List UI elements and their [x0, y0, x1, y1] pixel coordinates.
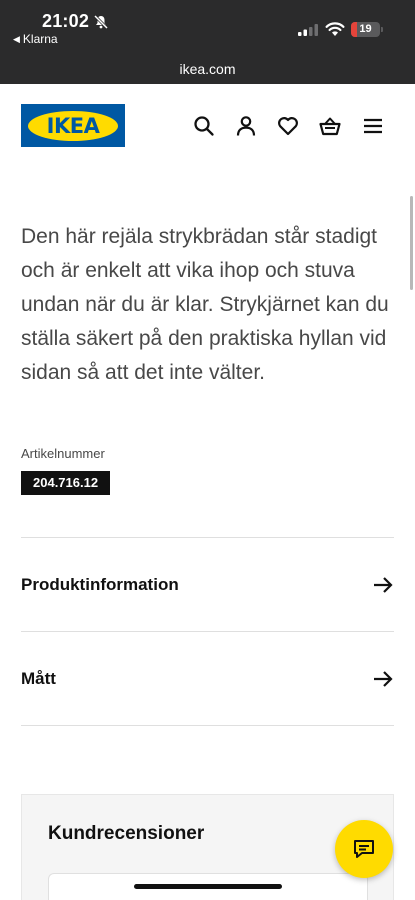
search-icon: [194, 116, 214, 136]
home-indicator[interactable]: [134, 884, 282, 889]
battery-cap: [381, 27, 383, 32]
signal-icon: [298, 24, 318, 36]
divider: [21, 537, 394, 538]
url-bar[interactable]: ikea.com: [0, 61, 415, 77]
menu-button[interactable]: [362, 115, 384, 137]
chat-icon: [354, 840, 374, 858]
logo-text: IKEA: [46, 113, 100, 138]
favorites-button[interactable]: [277, 115, 299, 137]
section-label: Produktinformation: [21, 575, 179, 594]
product-description: Den här rejäla strykbrädan står stadigt …: [21, 225, 389, 384]
menu-icon: [364, 118, 382, 134]
section-product-information[interactable]: Produktinformation: [21, 560, 394, 610]
battery-indicator: 19: [351, 22, 380, 37]
status-bar: 21:02 ◀ Klarna 19 ikea.com: [0, 0, 415, 84]
article-number-badge: 204.716.12: [21, 471, 111, 495]
bell-muted-icon: [93, 14, 109, 30]
arrow-right-icon: [374, 577, 393, 593]
status-time: 21:02: [42, 11, 90, 31]
section-dimensions[interactable]: Mått: [21, 654, 394, 704]
divider: [21, 725, 394, 726]
ikea-logo[interactable]: IKEA: [21, 104, 125, 147]
back-triangle-icon: ◀: [13, 33, 20, 44]
basket-button[interactable]: [319, 115, 341, 137]
arrow-right-icon: [374, 671, 393, 687]
scroll-indicator[interactable]: [410, 196, 413, 290]
account-button[interactable]: [235, 115, 257, 137]
heart-icon: [278, 117, 298, 136]
logo-oval: IKEA: [28, 110, 118, 141]
back-to-app[interactable]: ◀ Klarna: [13, 32, 58, 46]
wifi-icon: [325, 22, 345, 36]
battery-level: 19: [359, 23, 372, 35]
search-button[interactable]: [193, 115, 215, 137]
basket-icon: [319, 117, 341, 136]
divider: [21, 631, 394, 632]
section-label: Mått: [21, 669, 56, 688]
article-number-label: Artikelnummer: [21, 446, 105, 461]
chat-button[interactable]: [335, 820, 393, 878]
account-icon: [236, 116, 256, 136]
reviews-title: Kundrecensioner: [48, 823, 205, 844]
site-header: IKEA: [0, 84, 415, 170]
back-app-label: Klarna: [22, 32, 58, 46]
